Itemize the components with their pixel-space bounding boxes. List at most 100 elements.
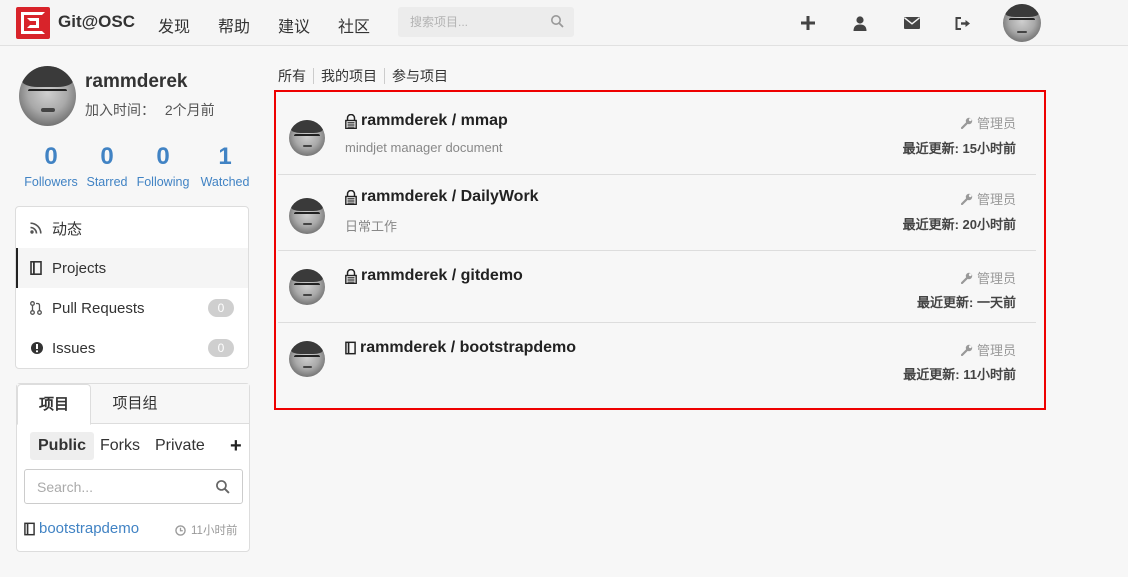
sign-out-icon[interactable] — [953, 13, 973, 33]
profile-name: rammderek — [85, 71, 188, 92]
project-updated: 最近更新: 15小时前 — [903, 138, 1016, 157]
updated-value: 15小时前 — [962, 141, 1016, 156]
profile-avatar — [19, 66, 76, 126]
stat-number: 1 — [218, 143, 232, 170]
stat-label: Watched — [200, 175, 250, 189]
project-title[interactable]: rammderek / bootstrapdemo — [345, 339, 576, 357]
project-list: rammderek / mmap mindjet manager documen… — [274, 90, 1046, 410]
profile-joined: 加入时间： 2个月前 — [85, 100, 215, 120]
git-osc-logo[interactable] — [16, 7, 50, 39]
project-updated: 最近更新: 11小时前 — [903, 364, 1016, 383]
tab-my-projects[interactable]: 我的项目 — [321, 66, 377, 86]
project-description: 日常工作 — [345, 219, 398, 234]
stat-watched[interactable]: 1 Watched — [193, 143, 257, 189]
project-panel-tabs: 项目 项目组 — [17, 384, 249, 425]
book-icon — [30, 261, 46, 275]
menu-item-pull-requests[interactable]: Pull Requests 0 — [16, 288, 248, 328]
project-description: mindjet manager document — [345, 140, 503, 155]
updated-value: 20小时前 — [962, 217, 1016, 232]
book-icon — [24, 522, 35, 536]
tab-project-groups[interactable]: 项目组 — [95, 384, 175, 425]
stat-starred[interactable]: 0 Starred — [75, 143, 139, 189]
tab-joined-projects[interactable]: 参与项目 — [392, 66, 448, 86]
stat-number: 0 — [100, 143, 114, 170]
nav-discover[interactable]: 发现 — [158, 13, 190, 37]
project-title-label: rammderek / bootstrapdemo — [360, 339, 577, 356]
project-title[interactable]: rammderek / DailyWork — [345, 188, 539, 206]
tab-divider — [313, 68, 314, 84]
project-title[interactable]: rammderek / gitdemo — [345, 267, 523, 285]
header-search-input[interactable] — [398, 7, 548, 37]
project-updated: 最近更新: 20小时前 — [903, 214, 1016, 233]
menu-item-projects[interactable]: Projects — [16, 248, 248, 288]
tab-all[interactable]: 所有 — [278, 66, 306, 86]
project-time-label: 11小时前 — [191, 525, 238, 537]
lock-icon — [345, 113, 357, 129]
menu-item-label: Pull Requests — [52, 299, 145, 317]
tab-projects[interactable]: 项目 — [17, 384, 91, 425]
side-menu: 动态 Projects Pull Requests 0 Issues 0 — [15, 206, 249, 369]
updated-label: 最近更新: — [903, 367, 960, 382]
filter-private[interactable]: Private — [147, 432, 213, 460]
rss-icon — [30, 222, 46, 234]
stat-following[interactable]: 0 Following — [131, 143, 195, 189]
brand-name[interactable]: Git@OSC — [58, 12, 135, 32]
nav-suggest[interactable]: 建议 — [278, 13, 310, 37]
project-row[interactable]: rammderek / bootstrapdemo 管理员 最近更新: 11小时… — [278, 323, 1036, 408]
owner-avatar — [289, 198, 325, 234]
menu-item-issues[interactable]: Issues 0 — [16, 328, 248, 368]
project-row[interactable]: rammderek / mmap mindjet manager documen… — [278, 92, 1036, 175]
wrench-icon — [960, 193, 973, 205]
user-avatar[interactable] — [1003, 4, 1041, 42]
project-time: 11小时前 — [175, 522, 237, 538]
stat-number: 0 — [156, 143, 170, 170]
pull-request-icon — [30, 301, 46, 315]
wrench-icon — [960, 117, 973, 129]
project-title-label: rammderek / gitdemo — [361, 267, 523, 284]
updated-label: 最近更新: — [902, 141, 959, 156]
stat-label: Followers — [24, 175, 78, 189]
project-search-input[interactable] — [25, 470, 205, 503]
joined-value: 2个月前 — [164, 102, 215, 118]
project-role: 管理员 — [960, 340, 1016, 359]
menu-item-label: Issues — [52, 339, 96, 357]
project-role: 管理员 — [960, 189, 1016, 208]
top-navbar: Git@OSC 发现 帮助 建议 社区 — [0, 0, 1128, 46]
project-role: 管理员 — [960, 268, 1016, 287]
joined-label: 加入时间： — [85, 102, 155, 118]
stat-followers[interactable]: 0 Followers — [19, 143, 83, 189]
owner-avatar — [289, 341, 325, 377]
project-panel: 项目 项目组 Public Forks Private + bootstrapd… — [16, 383, 250, 552]
menu-item-label: Projects — [52, 259, 107, 277]
mail-icon[interactable] — [902, 13, 922, 33]
project-role-label: 管理员 — [976, 192, 1016, 207]
nav-community[interactable]: 社区 — [338, 13, 370, 37]
user-icon[interactable] — [850, 13, 870, 33]
book-icon — [345, 341, 356, 355]
project-title[interactable]: rammderek / mmap — [345, 112, 508, 130]
owner-avatar — [289, 269, 325, 305]
pull-requests-count-badge: 0 — [208, 299, 234, 317]
project-role-label: 管理员 — [976, 343, 1016, 358]
project-title-label: rammderek / DailyWork — [361, 188, 539, 205]
project-row[interactable]: rammderek / DailyWork 日常工作 管理员 最近更新: 20小… — [278, 175, 1036, 251]
plus-icon[interactable] — [798, 13, 818, 33]
search-icon[interactable] — [550, 14, 564, 33]
filter-forks[interactable]: Forks — [92, 432, 148, 460]
search-icon[interactable] — [215, 479, 230, 499]
filter-public[interactable]: Public — [30, 432, 95, 460]
stat-label: Starred — [86, 175, 128, 189]
project-title-label: rammderek / mmap — [361, 112, 508, 129]
updated-value: 一天前 — [976, 295, 1016, 310]
project-role-label: 管理员 — [976, 116, 1016, 131]
menu-item-activity[interactable]: 动态 — [16, 208, 248, 248]
add-project-button[interactable]: + — [230, 435, 242, 458]
project-role-label: 管理员 — [976, 271, 1016, 286]
owner-avatar — [289, 120, 325, 156]
lock-icon — [345, 189, 357, 205]
updated-value: 11小时前 — [963, 367, 1016, 382]
nav-help[interactable]: 帮助 — [218, 13, 250, 37]
project-row[interactable]: rammderek / gitdemo 管理员 最近更新: 一天前 — [278, 251, 1036, 323]
project-link-bootstrapdemo[interactable]: bootstrapdemo — [24, 520, 139, 537]
issues-count-badge: 0 — [208, 339, 234, 357]
